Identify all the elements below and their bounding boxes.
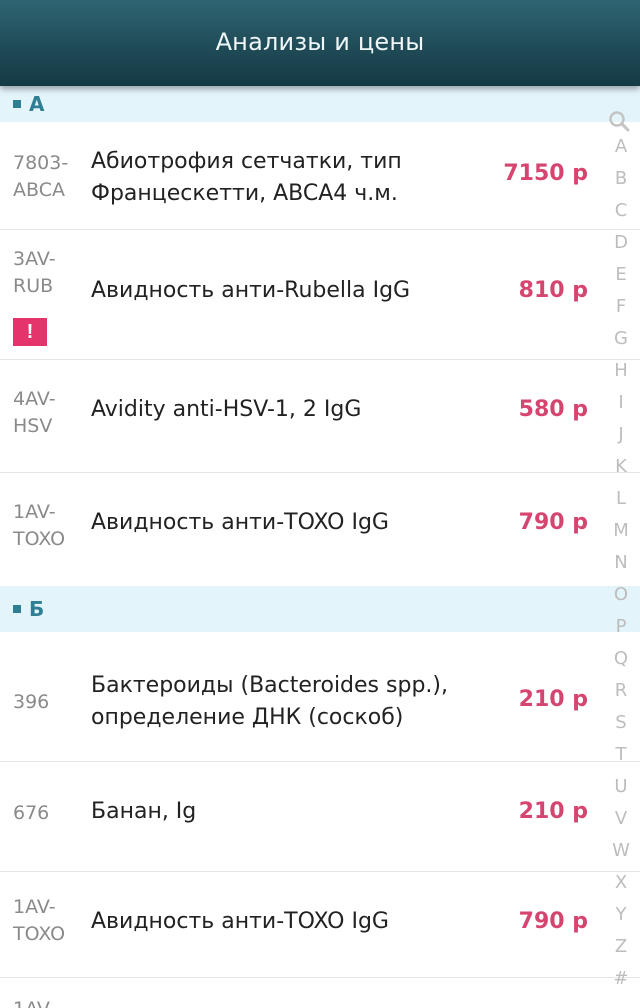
- item-price: 7150 р: [503, 161, 588, 186]
- index-letter-g[interactable]: G: [602, 328, 640, 349]
- index-letter-c[interactable]: C: [602, 200, 640, 221]
- section-bullet: [13, 100, 21, 108]
- list-item[interactable]: 4AV- HSV Avidity anti-HSV-1, 2 IgG 580 р: [0, 360, 640, 473]
- list-item[interactable]: 676 Банан, Ig 210 р: [0, 762, 640, 872]
- item-name: Авидность анти-TOXO IgG: [91, 510, 389, 535]
- item-name: Банан, Ig: [91, 799, 197, 824]
- index-letter-u[interactable]: U: [602, 776, 640, 797]
- item-price: 790 р: [518, 510, 588, 535]
- index-letter-f[interactable]: F: [602, 296, 640, 317]
- item-code: 4AV- HSV: [13, 388, 56, 437]
- index-letter-o[interactable]: O: [602, 584, 640, 605]
- item-name: Абиотрофия сетчатки, тип Францескетти, A…: [91, 149, 402, 206]
- list-item[interactable]: 1AV-: [0, 978, 640, 1008]
- item-name: Авидность анти-TOXO IgG: [91, 909, 389, 934]
- index-letter-d[interactable]: D: [602, 232, 640, 253]
- index-letter-z[interactable]: Z: [602, 936, 640, 957]
- index-letter-p[interactable]: P: [602, 616, 640, 637]
- index-letter-b[interactable]: B: [602, 168, 640, 189]
- index-letter-y[interactable]: Y: [602, 904, 640, 925]
- item-name: Авидность анти-Rubella IgG: [91, 278, 411, 303]
- index-letter-s[interactable]: S: [602, 712, 640, 733]
- index-letter-h[interactable]: H: [602, 360, 640, 381]
- list-item[interactable]: 1AV- TOXO Авидность анти-TOXO IgG 790 р: [0, 473, 640, 586]
- index-letter-j[interactable]: J: [602, 424, 640, 445]
- section-header-a: А: [0, 86, 640, 122]
- index-letter-x[interactable]: X: [602, 872, 640, 893]
- index-letter-m[interactable]: M: [602, 520, 640, 541]
- item-code: 1AV- TOXO: [13, 896, 66, 945]
- index-letter-e[interactable]: E: [602, 264, 640, 285]
- index-letter-t[interactable]: T: [602, 744, 640, 765]
- section-letter: Б: [29, 597, 45, 621]
- index-letter-n[interactable]: N: [602, 552, 640, 573]
- section-header-b: Б: [0, 586, 640, 632]
- section-letter: А: [29, 92, 45, 116]
- index-letter-l[interactable]: L: [602, 488, 640, 509]
- item-price: 790 р: [518, 909, 588, 934]
- alphabet-index[interactable]: A B C D E F G H I J K L M N O P Q R S T U V W X Y Z #: [602, 106, 640, 1008]
- list-item[interactable]: 3AV- RUB ! Авидность анти-Rubella IgG 81…: [0, 230, 640, 360]
- list-item[interactable]: 7803- ABCA Абиотрофия сетчатки, тип Фран…: [0, 122, 640, 230]
- item-code: 1AV- TOXO: [13, 501, 66, 550]
- index-letter-a[interactable]: A: [602, 136, 640, 157]
- search-icon[interactable]: [608, 110, 630, 132]
- item-code: 676: [13, 802, 50, 824]
- index-letter-hash[interactable]: #: [602, 968, 640, 989]
- index-letter-i[interactable]: I: [602, 392, 640, 413]
- item-code: 3AV- RUB: [13, 248, 56, 297]
- analysis-list[interactable]: А 7803- ABCA Абиотрофия сетчатки, тип Фр…: [0, 86, 640, 1008]
- item-code: 1AV-: [13, 996, 83, 1008]
- app-header: Анализы и цены: [0, 0, 640, 86]
- index-letter-q[interactable]: Q: [602, 648, 640, 669]
- item-price: 810 р: [518, 278, 588, 303]
- list-item[interactable]: 396 Бактероиды (Bacteroides spp.), опред…: [0, 632, 640, 762]
- list-item[interactable]: 1AV- TOXO Авидность анти-TOXO IgG 790 р: [0, 872, 640, 978]
- item-price: 210 р: [518, 687, 588, 712]
- item-code: 396: [13, 691, 50, 713]
- page-title: Анализы и цены: [215, 28, 425, 56]
- item-price: 580 р: [518, 397, 588, 422]
- section-bullet: [13, 605, 21, 613]
- item-code: 7803- ABCA: [13, 152, 69, 201]
- index-letter-k[interactable]: K: [602, 456, 640, 477]
- index-letter-r[interactable]: R: [602, 680, 640, 701]
- index-letter-w[interactable]: W: [602, 840, 640, 861]
- item-price: 210 р: [518, 799, 588, 824]
- warning-badge: !: [13, 318, 47, 346]
- item-name: Avidity anti-HSV-1, 2 IgG: [91, 397, 362, 422]
- item-name: Бактероиды (Bacteroides spp.), определен…: [91, 673, 448, 730]
- index-letter-v[interactable]: V: [602, 808, 640, 829]
